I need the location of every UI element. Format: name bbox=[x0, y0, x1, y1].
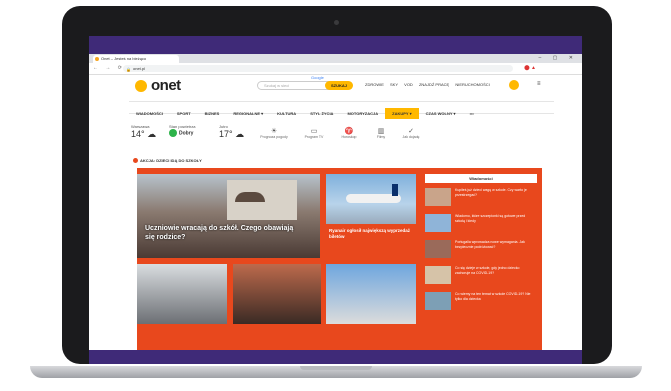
plane-article-image[interactable] bbox=[326, 174, 416, 224]
service-forecast[interactable]: ☀ Prognoza pogody bbox=[259, 127, 289, 139]
sidebar-item-text: Portugalia wprowadza nowe wymagania. Jak… bbox=[455, 240, 525, 249]
main-nav: WIADOMOŚCI SPORT BIZNES REGIONALNE ▾ KULTURA… bbox=[129, 101, 554, 119]
sidebar-thumb bbox=[425, 188, 451, 206]
top-link[interactable]: NIERUCHOMOŚCI bbox=[455, 82, 489, 87]
tab-bar: Onet – Jesteś na bieżąco – ▢ ✕ bbox=[89, 54, 582, 63]
news-grid: Uczniowie wracają do szkół. Czego obawia… bbox=[137, 168, 542, 350]
browser-tab[interactable]: Onet – Jesteś na bieżąco bbox=[93, 55, 179, 63]
article-image-tile[interactable] bbox=[137, 264, 227, 324]
nav-item[interactable]: WIADOMOŚCI bbox=[129, 108, 170, 119]
nav-item[interactable]: ••• bbox=[463, 108, 481, 119]
sun-icon: ☀ bbox=[270, 128, 278, 135]
service-label: Horoskop bbox=[341, 135, 357, 139]
sidebar-item[interactable]: Portugalia wprowadza nowe wymagania. Jak… bbox=[425, 238, 537, 262]
service-label: Program TV bbox=[304, 135, 324, 139]
nav-item[interactable]: CZAS WOLNY ▾ bbox=[419, 108, 463, 119]
sidebar-thumb bbox=[425, 292, 451, 310]
service-label: Prognoza pogody bbox=[260, 135, 288, 139]
hamburger-menu-icon[interactable]: ≡ bbox=[537, 81, 541, 87]
sidebar-item-text: Wiadomo, które szczepionki są gotowe prz… bbox=[455, 214, 526, 223]
nav-item-active[interactable]: ZAKUPY ▾ bbox=[385, 108, 419, 119]
search-button[interactable]: SZUKAJ bbox=[325, 81, 353, 90]
address-bar[interactable]: 🔒 onet.pl bbox=[123, 65, 513, 72]
sidebar-item[interactable]: Co się dzieje w szkole, gdy jedno dzieck… bbox=[425, 264, 537, 288]
laptop-notch bbox=[300, 366, 372, 370]
weather-widget: Warszawa 14° ☁ Stan powietrza Dobry Jutr… bbox=[131, 124, 551, 150]
browser-window: Onet – Jesteś na bieżąco – ▢ ✕ ← → ⟳ 🔒 o… bbox=[89, 54, 582, 350]
url-text: onet.pl bbox=[133, 66, 146, 71]
nav-item[interactable]: MOTORYZACJA bbox=[340, 108, 385, 119]
service-label: Jak dojadę bbox=[402, 135, 420, 139]
nav-item[interactable]: STYL ŻYCIA bbox=[303, 108, 340, 119]
hero-headline: Uczniowie wracają do szkół. Czego obawia… bbox=[145, 225, 294, 241]
mail-avatar-icon[interactable] bbox=[509, 80, 519, 90]
service-tv[interactable]: ▭ Program TV bbox=[299, 127, 329, 139]
nav-item[interactable]: REGIONALNE ▾ bbox=[226, 108, 270, 119]
cloud-icon: ☁ bbox=[235, 129, 245, 139]
check-icon: ✓ bbox=[408, 128, 414, 135]
temp-now: 14° bbox=[131, 129, 145, 139]
top-links: ZDROWIE SKY VOD ZNAJDŹ PRACĘ NIERUCHOMOŚ… bbox=[365, 82, 495, 87]
weather-tomorrow[interactable]: Jutro 17° ☁ bbox=[219, 124, 244, 140]
sidebar-thumb bbox=[425, 214, 451, 232]
webcam-icon bbox=[334, 20, 339, 25]
plane-tail bbox=[392, 184, 398, 196]
nav-item[interactable]: KULTURA bbox=[270, 108, 303, 119]
air-quality[interactable]: Stan powietrza Dobry bbox=[169, 124, 195, 137]
top-link[interactable]: ZNAJDŹ PRACĘ bbox=[419, 82, 449, 87]
sidebar-item[interactable]: Kupiłeś już dzieci wagę w szkole. Czy wa… bbox=[425, 186, 537, 210]
nav-buttons[interactable]: ← → ⟳ bbox=[93, 65, 125, 71]
top-link[interactable]: SKY bbox=[390, 82, 398, 87]
hero-image-umbrella bbox=[235, 192, 265, 202]
nav-item[interactable]: SPORT bbox=[170, 108, 198, 119]
laptop-screen: Onet – Jesteś na bieżąco – ▢ ✕ ← → ⟳ 🔒 o… bbox=[89, 36, 582, 350]
sidebar-item[interactable]: Co wiemy na ten temat w szkole COVID-19?… bbox=[425, 290, 537, 314]
tv-icon: ▭ bbox=[310, 128, 318, 135]
air-value: Dobry bbox=[179, 130, 194, 137]
news-sidebar: Wiadomości Kupiłeś już dzieci wagę w szk… bbox=[423, 172, 539, 350]
search-engine-label: Google bbox=[311, 75, 324, 80]
service-label: Filmy bbox=[376, 135, 386, 139]
sidebar-thumb bbox=[425, 240, 451, 258]
film-icon: ▥ bbox=[377, 128, 385, 135]
sidebar-thumb bbox=[425, 266, 451, 284]
sidebar-item-text: Kupiłeś już dzieci wagę w szkole. Czy wa… bbox=[455, 188, 527, 197]
sidebar-item-text: Co wiemy na ten temat w szkole COVID-19?… bbox=[455, 292, 531, 301]
top-link[interactable]: VOD bbox=[404, 82, 413, 87]
cloud-icon: ☁ bbox=[147, 129, 157, 139]
sidebar-item-text: Co się dzieje w szkole, gdy jedno dzieck… bbox=[455, 266, 520, 275]
article-image-tile[interactable] bbox=[326, 264, 416, 324]
window-controls[interactable]: – ▢ ✕ bbox=[539, 55, 578, 61]
onet-logo-dot-icon bbox=[135, 80, 147, 92]
section-dot-icon bbox=[133, 158, 138, 164]
service-horoscope[interactable]: ♈ Horoskop bbox=[334, 127, 364, 139]
sidebar-item[interactable]: Wiadomo, które szczepionki są gotowe prz… bbox=[425, 212, 537, 236]
temp-tomorrow: 17° bbox=[219, 129, 233, 139]
lock-icon: 🔒 bbox=[126, 67, 131, 72]
onet-favicon-icon bbox=[95, 57, 99, 61]
sidebar-header[interactable]: Wiadomości bbox=[425, 174, 537, 183]
tab-title: Onet – Jesteś na bieżąco bbox=[101, 56, 147, 61]
plane-headline[interactable]: Ryanair ogłosił największą wyprzedaż bil… bbox=[329, 228, 414, 240]
section-title-text: AKCJA: DZIECI IDĄ DO SZKOŁY bbox=[140, 158, 202, 163]
weather-now[interactable]: Warszawa 14° ☁ bbox=[131, 124, 156, 140]
hero-article[interactable]: Uczniowie wracają do szkół. Czego obawia… bbox=[137, 174, 320, 258]
nav-item[interactable]: BIZNES bbox=[198, 108, 227, 119]
section-title[interactable]: AKCJA: DZIECI IDĄ DO SZKOŁY bbox=[133, 158, 202, 164]
site-header: onet Szukaj w sieci Google SZUKAJ ZDROWI… bbox=[89, 74, 582, 98]
air-status-icon bbox=[169, 129, 177, 137]
horoscope-icon: ♈ bbox=[344, 128, 354, 135]
extension-icon[interactable]: ⬤ ▲ bbox=[524, 65, 536, 71]
service-directions[interactable]: ✓ Jak dojadę bbox=[396, 127, 426, 139]
site-logo[interactable]: onet bbox=[151, 77, 181, 94]
screen-bottom-border bbox=[89, 350, 582, 364]
article-image-tile[interactable] bbox=[233, 264, 321, 324]
top-link[interactable]: ZDROWIE bbox=[365, 82, 384, 87]
service-films[interactable]: ▥ Filmy bbox=[366, 127, 396, 139]
